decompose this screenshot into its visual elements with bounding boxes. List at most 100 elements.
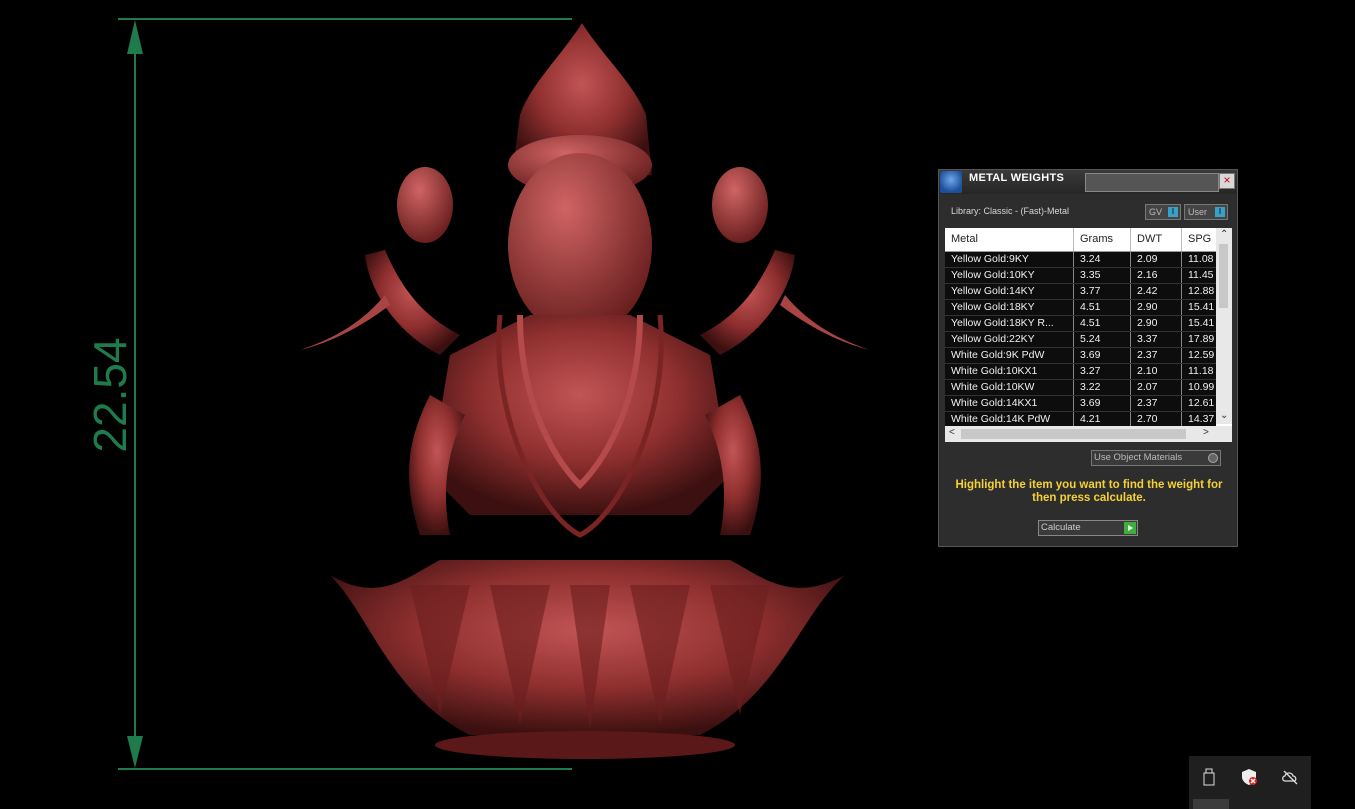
metal-cell: Yellow Gold:14KY: [945, 284, 1074, 299]
metal-cell: White Gold:10KX1: [945, 364, 1074, 379]
user-toggle-label: User: [1188, 207, 1208, 217]
right-lotus-bud: [712, 167, 768, 243]
spg-cell: 15.41: [1188, 317, 1215, 329]
dwt-cell: 3.37: [1131, 332, 1182, 347]
dwt-cell: 2.37: [1131, 348, 1182, 363]
metal-cell: Yellow Gold:18KY: [945, 300, 1074, 315]
face: [508, 153, 652, 337]
left-lotus-bud: [397, 167, 453, 243]
user-toggle[interactable]: User I: [1184, 204, 1228, 220]
panel-title-bar[interactable]: METAL WEIGHTS ×: [939, 170, 1237, 194]
dwt-cell: 2.90: [1131, 316, 1182, 331]
column-header-metal[interactable]: Metal: [945, 228, 1074, 251]
metal-cell: White Gold:14K PdW: [945, 412, 1074, 427]
dimension-value: 22.54: [84, 337, 136, 452]
user-toggle-knob: I: [1215, 207, 1225, 217]
horizontal-scrollbar[interactable]: < >: [945, 426, 1232, 442]
app-logo-icon: [940, 171, 962, 193]
dimension-arrow-up: [127, 20, 143, 54]
usb-drive-icon[interactable]: [1200, 768, 1218, 786]
left-leaf: [300, 295, 390, 350]
metal-cell: White Gold:14KX1: [945, 396, 1074, 411]
spg-cell: 17.89: [1188, 333, 1215, 345]
metal-cell: Yellow Gold:18KY R...: [945, 316, 1074, 331]
grams-cell: 5.24: [1074, 332, 1131, 347]
use-object-materials-toggle[interactable]: Use Object Materials: [1091, 450, 1221, 466]
scroll-up-icon[interactable]: ⌃: [1220, 229, 1228, 240]
table-row[interactable]: White Gold:10KW 3.22 2.07 10.99: [945, 380, 1216, 396]
spg-cell: 15.41: [1188, 301, 1215, 313]
column-header-grams[interactable]: Grams: [1074, 228, 1131, 251]
gv-toggle[interactable]: GV I: [1145, 204, 1181, 220]
grams-cell: 4.51: [1074, 316, 1131, 331]
table-row[interactable]: Yellow Gold:22KY 5.24 3.37 17.89: [945, 332, 1216, 348]
scroll-right-icon[interactable]: >: [1203, 427, 1209, 438]
spg-cell: 10.99: [1188, 381, 1215, 393]
table-row[interactable]: Yellow Gold:14KY 3.77 2.42 12.88: [945, 284, 1216, 300]
base-bottom: [435, 731, 735, 759]
spg-cell: 14.37: [1188, 413, 1215, 425]
calculate-label: Calculate: [1041, 522, 1081, 533]
table-header: Metal Grams DWT SPG: [945, 228, 1216, 252]
horizontal-scroll-thumb[interactable]: [961, 429, 1186, 439]
spg-cell: 11.18: [1188, 365, 1214, 377]
close-button[interactable]: ×: [1219, 173, 1235, 189]
panel-title: METAL WEIGHTS: [969, 172, 1065, 184]
spg-cell: 12.59: [1188, 349, 1215, 361]
dimension-arrow-down: [127, 736, 143, 768]
table-row[interactable]: Yellow Gold:9KY 3.24 2.09 11.08: [945, 252, 1216, 268]
metal-cell: White Gold:10KW: [945, 380, 1074, 395]
table-row[interactable]: Yellow Gold:18KY R... 4.51 2.90 15.41: [945, 316, 1216, 332]
goddess-statue-model[interactable]: [290, 15, 880, 765]
spg-cell: 12.61: [1188, 397, 1215, 409]
dwt-cell: 2.37: [1131, 396, 1182, 411]
scroll-left-icon[interactable]: <: [949, 427, 955, 438]
metal-table: Metal Grams DWT SPG Yellow Gold:9KY 3.24 2…: [945, 228, 1232, 442]
taskbar-indicator: [1193, 799, 1229, 809]
metal-cell: Yellow Gold:22KY: [945, 332, 1074, 347]
grams-cell: 3.27: [1074, 364, 1131, 379]
dwt-cell: 2.90: [1131, 300, 1182, 315]
hint-text: Highlight the item you want to find the …: [955, 479, 1223, 504]
table-row[interactable]: Yellow Gold:18KY 4.51 2.90 15.41: [945, 300, 1216, 316]
play-icon[interactable]: [1124, 522, 1136, 534]
grams-cell: 3.35: [1074, 268, 1131, 283]
grams-cell: 4.21: [1074, 412, 1131, 427]
grams-cell: 3.22: [1074, 380, 1131, 395]
grams-cell: 3.69: [1074, 396, 1131, 411]
vertical-scrollbar[interactable]: ⌃ ⌄: [1216, 228, 1232, 424]
title-strip: [1085, 173, 1219, 192]
right-leaf: [780, 295, 870, 350]
column-header-spg[interactable]: SPG: [1182, 228, 1216, 251]
dwt-cell: 2.10: [1131, 364, 1182, 379]
dwt-cell: 2.16: [1131, 268, 1182, 283]
scroll-down-icon[interactable]: ⌄: [1220, 410, 1228, 421]
grams-cell: 4.51: [1074, 300, 1131, 315]
spg-cell: 12.88: [1188, 285, 1215, 297]
right-upper-arm: [700, 250, 795, 355]
table-row[interactable]: Yellow Gold:10KY 3.35 2.16 11.45: [945, 268, 1216, 284]
use-object-materials-label: Use Object Materials: [1094, 452, 1183, 463]
grams-cell: 3.69: [1074, 348, 1131, 363]
metal-cell: Yellow Gold:10KY: [945, 268, 1074, 283]
table-row[interactable]: White Gold:14KX1 3.69 2.37 12.61: [945, 396, 1216, 412]
cloud-offline-icon[interactable]: [1281, 768, 1299, 786]
metal-cell: Yellow Gold:9KY: [945, 252, 1074, 267]
grams-cell: 3.77: [1074, 284, 1131, 299]
dwt-cell: 2.09: [1131, 252, 1182, 267]
table-row[interactable]: White Gold:9K PdW 3.69 2.37 12.59: [945, 348, 1216, 364]
metal-weights-panel: METAL WEIGHTS × Library: Classic - (Fast…: [938, 169, 1238, 547]
table-row[interactable]: White Gold:10KX1 3.27 2.10 11.18: [945, 364, 1216, 380]
gv-toggle-knob: I: [1168, 207, 1178, 217]
vertical-scroll-thumb[interactable]: [1219, 244, 1228, 308]
calculate-button[interactable]: Calculate: [1038, 520, 1138, 536]
column-header-dwt[interactable]: DWT: [1131, 228, 1182, 251]
spg-cell: 11.08: [1188, 253, 1214, 265]
spg-cell: 11.45: [1188, 269, 1214, 281]
dwt-cell: 2.07: [1131, 380, 1182, 395]
table-body: Yellow Gold:9KY 3.24 2.09 11.08 Yellow Gold:…: [945, 252, 1216, 428]
use-object-materials-radio[interactable]: [1208, 453, 1218, 463]
security-shield-icon[interactable]: [1240, 768, 1258, 786]
grams-cell: 3.24: [1074, 252, 1131, 267]
library-label: Library: Classic - (Fast)-Metal: [951, 206, 1070, 216]
